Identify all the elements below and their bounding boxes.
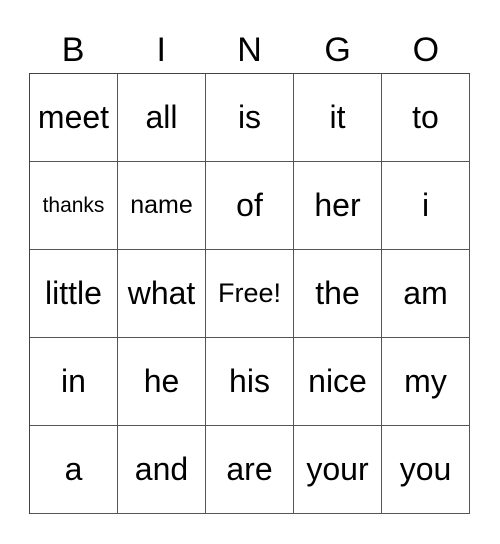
bingo-cell: what: [118, 250, 206, 338]
bingo-cell: the: [294, 250, 382, 338]
bingo-header: B I N G O: [29, 30, 470, 70]
header-letter-b: B: [61, 31, 85, 69]
bingo-cell: to: [382, 74, 470, 162]
bingo-cell: thanks: [30, 162, 118, 250]
bingo-cell: my: [382, 338, 470, 426]
bingo-cell: you: [382, 426, 470, 514]
bingo-cell: meet: [30, 74, 118, 162]
bingo-cell: all: [118, 74, 206, 162]
bingo-card-grid: meet all is it to thanks name of her i l…: [29, 73, 470, 514]
bingo-cell: am: [382, 250, 470, 338]
header-letter-g: G: [324, 31, 351, 69]
free-space-cell: Free!: [206, 250, 294, 338]
bingo-cell: his: [206, 338, 294, 426]
bingo-cell: it: [294, 74, 382, 162]
bingo-cell: of: [206, 162, 294, 250]
header-letter-i: I: [156, 31, 166, 69]
bingo-cell: little: [30, 250, 118, 338]
bingo-cell: name: [118, 162, 206, 250]
bingo-cell: and: [118, 426, 206, 514]
header-letter-n: N: [237, 31, 262, 69]
bingo-cell: is: [206, 74, 294, 162]
bingo-cell: nice: [294, 338, 382, 426]
bingo-cell: are: [206, 426, 294, 514]
bingo-cell: her: [294, 162, 382, 250]
bingo-cell: he: [118, 338, 206, 426]
bingo-cell: in: [30, 338, 118, 426]
bingo-cell: your: [294, 426, 382, 514]
bingo-cell: i: [382, 162, 470, 250]
header-letter-o: O: [412, 31, 440, 69]
bingo-cell: a: [30, 426, 118, 514]
